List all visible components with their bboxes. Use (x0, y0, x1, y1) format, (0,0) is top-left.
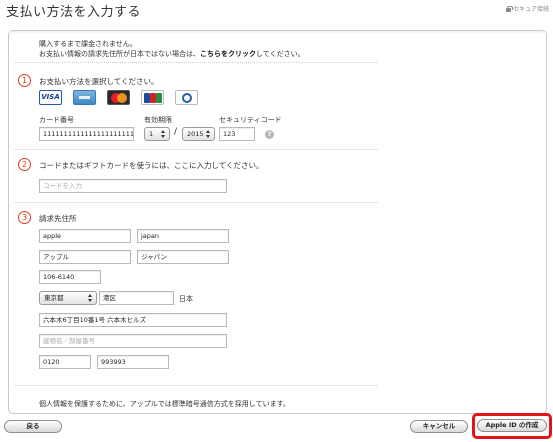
street-address-input[interactable]: 六本木6丁目10番1号 六本木ヒルズ (39, 313, 227, 327)
amex-card-option[interactable] (73, 90, 96, 105)
cancel-button[interactable]: キャンセル (410, 420, 468, 433)
intro-text: 購入するまで課金されません。 お支払い情報の請求先住所が日本ではない場合は、こち… (39, 39, 305, 59)
first-name-kana-input[interactable]: ジャパン (137, 250, 229, 264)
expiry-month-select[interactable]: 1 (144, 127, 170, 141)
lock-icon (506, 5, 513, 12)
country-label: 日本 (179, 295, 193, 303)
phone-number-input[interactable]: 993993 (97, 355, 169, 369)
intro-line-2: お支払い情報の請求先住所が日本ではない場合は、こちらをクリックしてください。 (39, 50, 305, 58)
page-title: 支払い方法を入力する (6, 5, 142, 20)
billing-address-title: 請求先住所 (39, 214, 77, 223)
card-number-label: カード番号 (39, 116, 74, 124)
gift-code-input[interactable]: コードを入力 (39, 179, 227, 193)
first-name-input[interactable]: japan (137, 229, 229, 243)
security-code-input[interactable]: 123 (219, 127, 255, 141)
mastercard-card-option[interactable] (107, 90, 130, 105)
jcb-card-option[interactable] (141, 90, 164, 105)
payment-method-title: お支払い方法を選択してください。 (39, 77, 159, 86)
secure-connection-label: セキュア接続 (513, 6, 549, 13)
select-arrows-icon (88, 294, 93, 302)
non-japan-address-link[interactable]: こちらをクリック (200, 50, 256, 58)
step-number-3: 3 (18, 211, 31, 224)
expiry-label: 有効期限 (144, 116, 172, 124)
divider (15, 202, 377, 203)
expiry-year-select[interactable]: 2015 (182, 127, 215, 141)
divider (15, 149, 377, 150)
expiry-separator: / (174, 127, 178, 137)
security-code-label: セキュリティコード (219, 116, 282, 124)
select-arrows-icon (206, 130, 211, 138)
intro-line-1: 購入するまで課金されません。 (39, 40, 137, 48)
prefecture-select[interactable]: 東京都 (39, 291, 97, 305)
create-apple-id-button[interactable]: Apple ID の作成 (477, 419, 547, 432)
payment-form-panel: 購入するまで課金されません。 お支払い情報の請求先住所が日本ではない場合は、こち… (8, 30, 547, 414)
divider (15, 385, 377, 386)
divider (15, 62, 377, 63)
select-arrows-icon (161, 130, 166, 138)
step-number-1: 1 (18, 74, 31, 87)
card-number-input[interactable]: 1111111111111111111111 (39, 127, 134, 141)
help-icon[interactable]: ? (265, 130, 274, 139)
last-name-kana-input[interactable]: アップル (39, 250, 131, 264)
building-input[interactable]: 建物名／部屋番号 (39, 334, 227, 348)
diners-card-option[interactable] (175, 90, 198, 105)
privacy-note: 個人情報を保護するために、アップルでは標準暗号通信方式を採用しています。 (39, 400, 290, 408)
back-button[interactable]: 戻る (4, 420, 62, 433)
phone-area-input[interactable]: 0120 (39, 355, 91, 369)
postal-code-input[interactable]: 106-6140 (39, 270, 101, 284)
visa-card-option[interactable]: VISA (39, 90, 62, 105)
secure-connection: セキュア接続 (506, 4, 549, 13)
last-name-input[interactable]: apple (39, 229, 131, 243)
city-input[interactable]: 港区 (99, 291, 174, 305)
gift-code-title: コードまたはギフトカードを使うには、ここに入力してください。 (39, 161, 264, 170)
step-number-2: 2 (18, 158, 31, 171)
